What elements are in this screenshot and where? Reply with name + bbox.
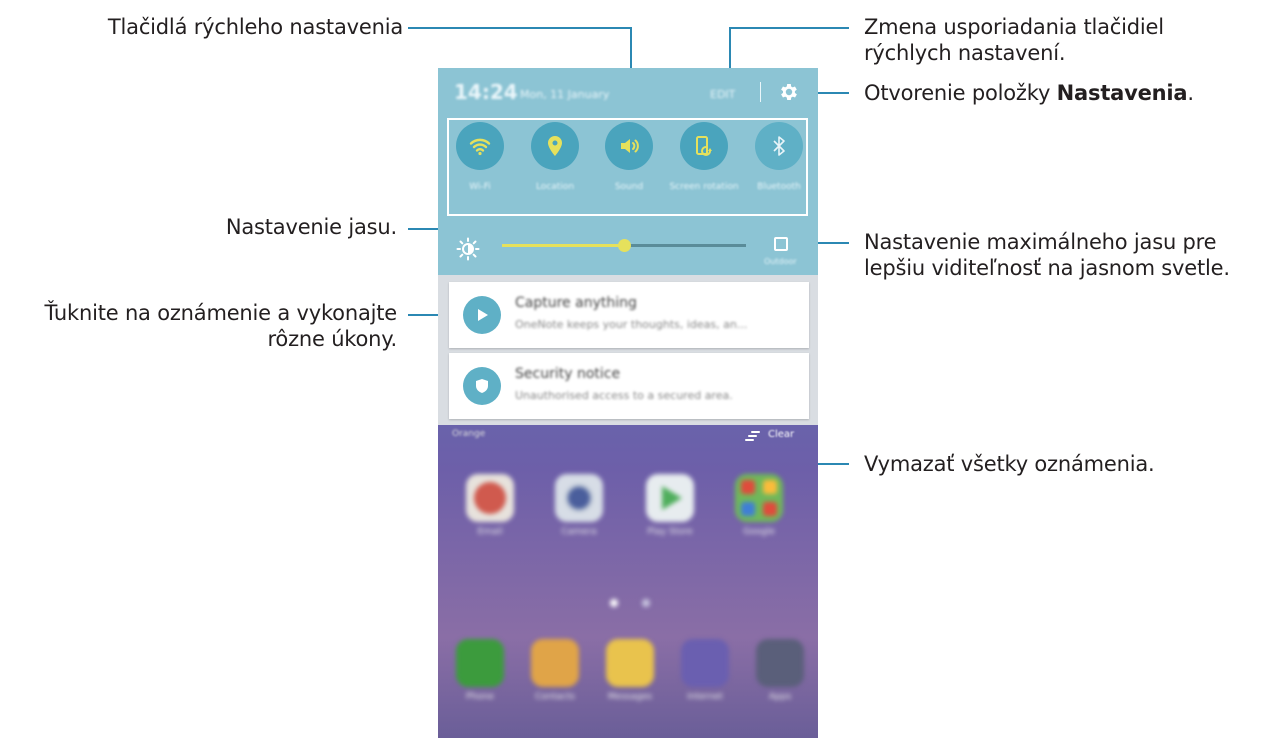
sound-icon: [621, 139, 639, 153]
app-label: Email: [477, 527, 503, 537]
quick-setting-screen-rotation[interactable]: [680, 122, 728, 170]
quick-setting-label: Location: [535, 182, 575, 192]
app-label: Contacts: [535, 692, 575, 702]
status-time: 14:24: [454, 80, 518, 104]
apps-grid-icon[interactable]: [756, 639, 804, 687]
quick-setting-label: Screen rotation: [669, 182, 739, 192]
leader-rearrange-h: [729, 27, 849, 29]
phone-screen: 14:24 Mon, 11 January EDIT Wi-Fi Locatio…: [438, 68, 818, 738]
status-divider: [760, 82, 761, 102]
clear-all-button[interactable]: Clear: [768, 429, 794, 440]
screen-rotation-icon: [696, 136, 712, 156]
quick-setting-location[interactable]: [531, 122, 579, 170]
callout-max-brightness: Nastavenie maximálneho jasu pre lepšiu v…: [864, 230, 1230, 280]
quick-setting-sound[interactable]: [605, 122, 653, 170]
quick-settings-panel: Wi-Fi Location Sound Screen rotation Blu…: [438, 114, 818, 225]
carrier-label: Orange: [452, 429, 486, 439]
brightness-icon: [456, 237, 480, 261]
notification-text: Unauthorised access to a secured area.: [515, 389, 733, 402]
brightness-slider-fill: [502, 244, 624, 247]
brightness-slider[interactable]: [502, 239, 746, 252]
phone-app-icon[interactable]: [456, 639, 504, 687]
quick-setting-bluetooth[interactable]: [755, 122, 803, 170]
notification-text: OneNote keeps your thoughts, ideas, an..…: [515, 318, 748, 331]
callout-open-settings: Otvorenie položky Nastavenia.: [864, 81, 1194, 105]
outdoor-mode-checkbox[interactable]: [774, 237, 788, 251]
notification-app-icon: [463, 296, 501, 334]
gear-icon[interactable]: [778, 81, 800, 103]
wifi-icon: [469, 138, 491, 156]
brightness-slider-thumb[interactable]: [618, 239, 631, 252]
clear-all-icon[interactable]: [744, 430, 760, 442]
app-label: Google: [743, 527, 775, 537]
app-label: Play Store: [647, 527, 693, 537]
callout-clear-all: Vymazať všetky oznámenia.: [864, 452, 1155, 476]
page-indicator: [642, 599, 650, 607]
app-label: Internet: [687, 692, 723, 702]
quick-setting-wifi[interactable]: [456, 122, 504, 170]
google-folder-icon[interactable]: [735, 474, 783, 522]
callout-brightness: Nastavenie jasu.: [225, 215, 397, 239]
notification-title: Capture anything: [515, 295, 637, 311]
callout-notification: Ťuknite na oznámenie a vykonajte rôzne ú…: [44, 301, 397, 351]
camera-app-icon[interactable]: [555, 474, 603, 522]
home-screen: Email Camera Play Store Google Phone Con…: [438, 447, 818, 738]
notification-title: Security notice: [515, 366, 621, 382]
status-bar: 14:24 Mon, 11 January EDIT: [438, 68, 818, 114]
brightness-bar: Outdoor: [438, 225, 818, 275]
quick-setting-label: Sound: [614, 182, 644, 192]
status-date: Mon, 11 January: [520, 88, 610, 101]
notification-app-icon: [463, 367, 501, 405]
contacts-app-icon[interactable]: [531, 639, 579, 687]
callout-quick-buttons: Tlačidlá rýchleho nastavenia: [107, 15, 403, 39]
quick-setting-label: Wi-Fi: [469, 182, 491, 192]
bluetooth-icon: [773, 136, 785, 156]
page-indicator-active: [610, 599, 618, 607]
play-store-app-icon[interactable]: [646, 474, 694, 522]
notification-card[interactable]: Security notice Unauthorised access to a…: [449, 353, 809, 419]
play-icon: [478, 309, 488, 321]
messages-app-icon[interactable]: [606, 639, 654, 687]
location-icon: [548, 136, 562, 156]
internet-app-icon[interactable]: [681, 639, 729, 687]
quick-setting-label: Bluetooth: [757, 182, 801, 192]
clear-bar: Orange Clear: [438, 425, 818, 447]
edit-button[interactable]: EDIT: [710, 88, 735, 101]
leader-quick-buttons-h: [408, 27, 632, 29]
notification-list: Capture anything OneNote keeps your thou…: [438, 275, 818, 425]
notification-card[interactable]: Capture anything OneNote keeps your thou…: [449, 282, 809, 348]
shield-icon: [476, 379, 488, 393]
app-label: Phone: [466, 692, 494, 702]
callout-rearrange: Zmena usporiadania tlačidiel rýchlych na…: [864, 15, 1164, 65]
app-label: Messages: [607, 692, 653, 702]
app-label: Camera: [561, 527, 597, 537]
app-label: Apps: [768, 692, 792, 702]
outdoor-mode-label: Outdoor: [764, 257, 797, 266]
email-app-icon[interactable]: [466, 474, 514, 522]
